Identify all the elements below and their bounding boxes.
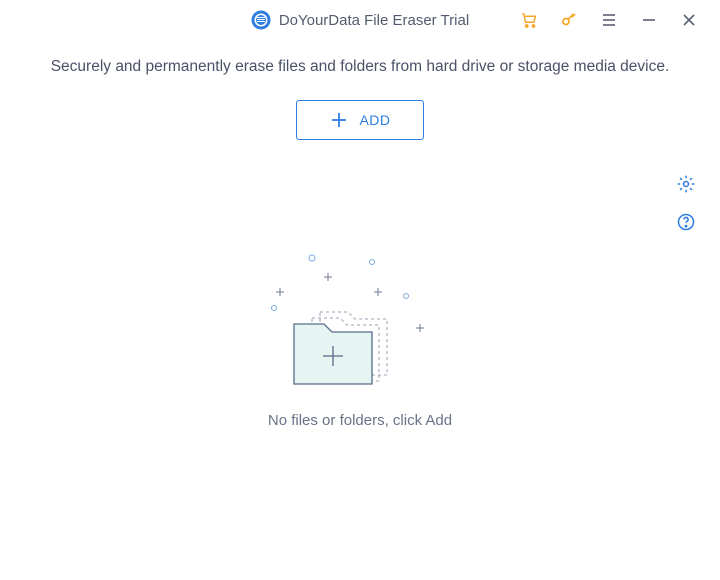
- plus-icon: [329, 110, 349, 130]
- side-actions: [676, 174, 696, 232]
- gear-icon[interactable]: [676, 174, 696, 194]
- empty-state: No files or folders, click Add: [0, 240, 720, 429]
- key-icon[interactable]: [560, 11, 578, 29]
- add-button-label: ADD: [359, 112, 390, 128]
- titlebar-controls: [520, 11, 720, 29]
- minimize-icon[interactable]: [640, 11, 658, 29]
- menu-icon[interactable]: [600, 11, 618, 29]
- add-button[interactable]: ADD: [296, 100, 424, 140]
- page-description: Securely and permanently erase files and…: [0, 58, 720, 76]
- empty-folder-illustration: [250, 240, 470, 400]
- titlebar: DoYourData File Eraser Trial: [0, 0, 720, 40]
- help-icon[interactable]: [676, 212, 696, 232]
- close-icon[interactable]: [680, 11, 698, 29]
- cart-icon[interactable]: [520, 11, 538, 29]
- app-title: DoYourData File Eraser Trial: [279, 12, 469, 29]
- app-logo-icon: [251, 10, 271, 30]
- empty-state-message: No files or folders, click Add: [0, 412, 720, 429]
